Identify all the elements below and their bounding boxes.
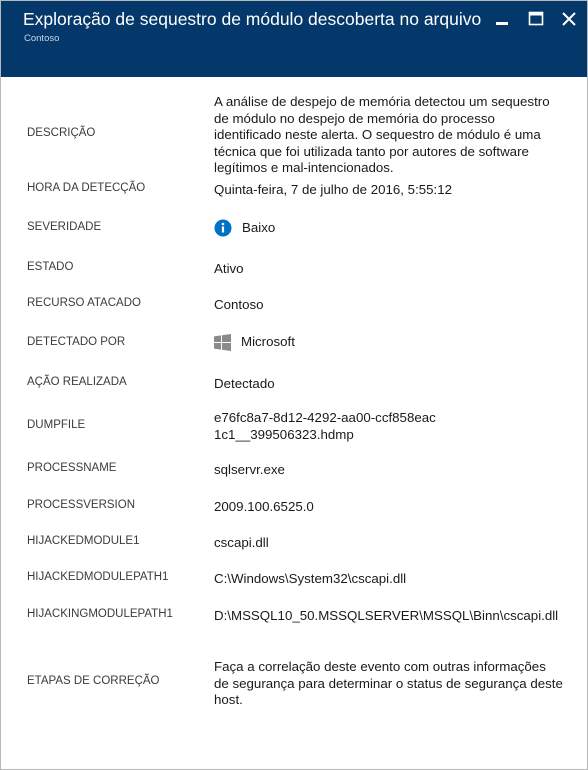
windows-logo-icon [214,334,231,351]
detail-label: DUMPFILE [27,419,86,431]
detail-label: HORA DA DETECÇÃO [27,182,146,194]
detail-value: A análise de despejo de memória detectou… [214,94,550,175]
maximize-button[interactable] [524,7,548,31]
detail-value: Faça a correlação deste evento com outra… [214,659,563,707]
detail-value: Ativo [214,261,244,276]
detected-by-value: Microsoft [241,334,295,350]
minimize-button[interactable] [490,7,514,31]
blade-header: Exploração de sequestro de módulo descob… [1,1,587,77]
detail-label: ETAPAS DE CORREÇÃO [27,675,160,687]
detail-value: C:\Windows\System32\cscapi.dll [214,571,407,586]
detail-label: AÇÃO REALIZADA [27,376,127,388]
detail-label: ESTADO [27,261,74,273]
detail-label: DESCRIÇÃO [27,127,96,139]
close-button[interactable] [557,7,581,31]
detail-value: e76fc8a7-8d12-4292-aa00-ccf858eac1c1__39… [214,410,436,442]
detail-value: Quinta-feira, 7 de julho de 2016, 5:55:1… [214,182,453,197]
detail-label: RECURSO ATACADO [27,297,141,309]
detail-label: SEVERIDADE [27,221,102,233]
detail-value: Contoso [214,297,264,312]
detail-value: D:\MSSQL10_50.MSSQLSERVER\MSSQL\Binn\csc… [214,608,559,623]
severity-value: Baixo [242,219,276,235]
blade-subtitle: Contoso [24,33,60,44]
minimize-icon [490,7,514,31]
detail-label: PROCESSVERSION [27,499,135,511]
detail-label: HIJACKEDMODULE1 [27,535,140,547]
blade-title: Exploração de sequestro de módulo descob… [23,9,481,29]
detail-value-container: Microsoft [214,334,564,351]
maximize-icon [524,7,548,31]
detail-label: HIJACKEDMODULEPATH1 [27,571,169,583]
detail-value: cscapi.dll [214,535,269,550]
close-icon [557,7,581,31]
detail-label: DETECTADO POR [27,336,126,348]
detail-value: Detectado [214,376,275,391]
detail-value-container: Baixo [214,219,564,237]
detail-value: 2009.100.6525.0 [214,499,314,514]
detail-label: HIJACKINGMODULEPATH1 [27,608,173,620]
info-icon [214,219,232,237]
detail-label: PROCESSNAME [27,462,117,474]
alert-details-blade: Exploração de sequestro de módulo descob… [0,0,588,770]
detail-value: sqlservr.exe [214,462,285,477]
